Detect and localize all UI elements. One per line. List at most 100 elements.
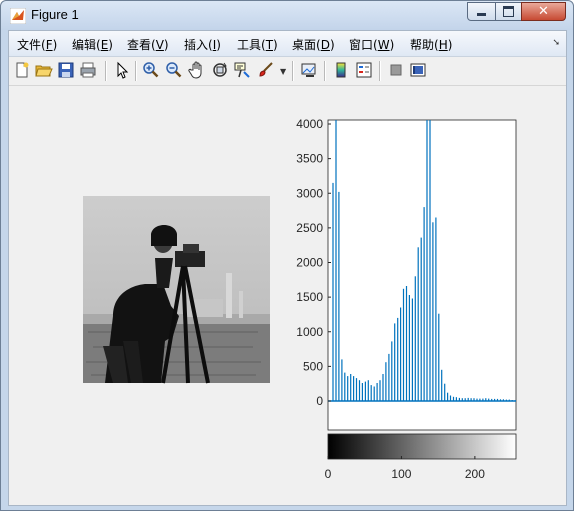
histogram-bar — [432, 222, 434, 401]
menu-bar: 文件(F) 编辑(E) 查看(V) 插入(I) 工具(T) 桌面(D) 窗口(W… — [9, 31, 566, 57]
menu-edit[interactable]: 编辑(E) — [72, 36, 113, 53]
cameraman-image[interactable] — [83, 196, 270, 384]
histogram-bar — [397, 317, 399, 401]
zoom-in-icon[interactable] — [142, 61, 160, 79]
histogram-bar — [417, 247, 419, 401]
histogram-bar — [391, 341, 393, 401]
histogram-bar — [332, 182, 334, 401]
print-icon[interactable] — [79, 61, 97, 79]
histogram-bar — [423, 207, 425, 401]
minimize-icon — [477, 13, 486, 16]
histogram-bar — [402, 288, 405, 401]
pointer-icon[interactable] — [113, 61, 131, 79]
histogram-bar — [441, 369, 443, 401]
figure-client-area: 文件(F) 编辑(E) 查看(V) 插入(I) 工具(T) 桌面(D) 窗口(W… — [8, 30, 567, 506]
histogram-axes[interactable]: 0 500 1000 1500 2000 2500 3000 3500 4000 0 100 200 — [296, 117, 517, 481]
open-file-icon[interactable] — [35, 61, 53, 79]
histogram-bar — [341, 359, 343, 401]
colorbar-icon[interactable] — [332, 61, 350, 79]
histogram-bar — [394, 323, 396, 401]
histogram-bar — [429, 120, 431, 401]
rotate-3d-icon[interactable] — [211, 61, 229, 79]
figure-toolbar: ▼ — [9, 57, 566, 86]
histogram-bar — [350, 374, 352, 401]
histogram-bar — [447, 392, 449, 401]
brush-dropdown-icon[interactable]: ▼ — [280, 67, 286, 76]
histogram-bar — [373, 386, 375, 401]
data-cursor-icon[interactable] — [233, 61, 251, 79]
y-tick-label: 2000 — [296, 256, 323, 270]
histogram-bar — [367, 380, 369, 401]
close-icon: ✕ — [538, 4, 549, 19]
x-tick-label: 200 — [465, 467, 485, 481]
histogram-bar — [335, 120, 337, 401]
histogram-bar — [414, 276, 416, 401]
histogram-bar — [449, 395, 452, 401]
zoom-out-icon[interactable] — [165, 61, 183, 79]
figure-canvas: 0 500 1000 1500 2000 2500 3000 3500 4000 0 100 200 — [9, 86, 566, 505]
maximize-button[interactable] — [495, 2, 522, 21]
toolbar-separator — [324, 61, 326, 81]
window-title: Figure 1 — [31, 7, 79, 22]
title-bar[interactable]: Figure 1 ✕ — [1, 1, 573, 30]
toolbar-separator — [105, 61, 107, 81]
menu-insert[interactable]: 插入(I) — [184, 36, 221, 53]
matlab-logo-icon — [10, 8, 26, 24]
histogram-bar — [426, 120, 428, 401]
grayscale-colorbar — [327, 433, 517, 460]
histogram-bar — [358, 380, 361, 401]
histogram-bar — [379, 380, 381, 401]
histogram-bar — [382, 374, 384, 401]
y-axis: 0 500 1000 1500 2000 2500 3000 3500 4000 — [296, 117, 331, 408]
histogram-bar — [408, 295, 410, 401]
menu-view[interactable]: 查看(V) — [127, 36, 169, 53]
histogram-bar — [347, 376, 349, 401]
hide-plot-tools-icon[interactable] — [387, 61, 405, 79]
menu-file[interactable]: 文件(F) — [17, 36, 57, 53]
y-tick-label: 1000 — [296, 325, 323, 339]
figure-window: Figure 1 ✕ 文件(F) 编辑(E) 查看(V) 插入(I) 工具(T)… — [0, 0, 574, 511]
y-tick-label: 3000 — [296, 186, 323, 200]
histogram-bar — [355, 378, 358, 401]
y-tick-label: 1500 — [296, 290, 323, 304]
x-axis: 0 100 200 — [325, 456, 485, 481]
legend-icon[interactable] — [355, 61, 373, 79]
histogram-bar — [361, 383, 363, 401]
histogram-bar — [364, 381, 366, 401]
histogram-bar — [444, 383, 446, 401]
histogram-bar — [385, 362, 387, 401]
histogram-bar — [438, 313, 440, 401]
maximize-icon — [503, 6, 514, 17]
figure-graphics: 0 500 1000 1500 2000 2500 3000 3500 4000 0 100 200 — [83, 117, 517, 481]
histogram-bar — [344, 372, 346, 401]
menu-tools[interactable]: 工具(T) — [237, 36, 278, 53]
save-icon[interactable] — [57, 61, 75, 79]
toolbar-separator — [135, 61, 137, 81]
menu-help[interactable]: 帮助(H) — [410, 36, 452, 53]
y-tick-label: 500 — [303, 359, 323, 373]
histogram-bar — [388, 353, 390, 401]
menu-desktop[interactable]: 桌面(D) — [292, 36, 335, 53]
new-figure-icon[interactable] — [13, 61, 31, 79]
link-plot-icon[interactable] — [300, 61, 318, 79]
menu-window[interactable]: 窗口(W) — [349, 36, 394, 53]
x-tick-label: 0 — [325, 467, 332, 481]
show-plot-tools-icon[interactable] — [409, 61, 427, 79]
histogram-bar — [376, 383, 378, 401]
toolbar-separator — [292, 61, 294, 81]
histogram-bar — [400, 307, 402, 401]
histogram-bar — [405, 286, 408, 401]
brush-icon[interactable] — [257, 61, 275, 79]
histogram-bar — [370, 385, 372, 401]
histogram-bar — [420, 237, 422, 401]
x-tick-label: 100 — [391, 467, 411, 481]
y-tick-label: 0 — [316, 394, 323, 408]
y-tick-label: 3500 — [296, 152, 323, 166]
pan-icon[interactable] — [188, 61, 206, 79]
toolbar-separator — [379, 61, 381, 81]
y-tick-label: 4000 — [296, 117, 323, 131]
histogram-bar — [338, 191, 340, 401]
close-button[interactable]: ✕ — [521, 2, 566, 21]
menu-overflow-icon[interactable]: ➘ — [552, 38, 560, 48]
minimize-button[interactable] — [467, 2, 496, 21]
